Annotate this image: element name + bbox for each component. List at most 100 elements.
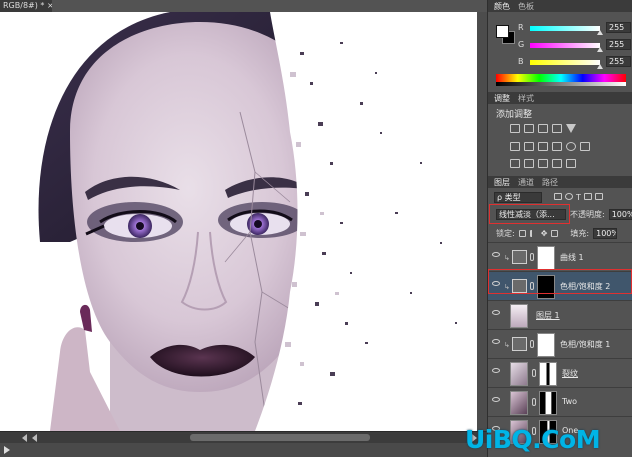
layer-name[interactable]: 色相/饱和度 1: [560, 339, 610, 350]
foreground-color-swatch[interactable]: [496, 25, 509, 38]
hue-saturation-icon[interactable]: [510, 142, 520, 151]
right-panel-dock: 颜色 色板 R 255 G 255 B 255 调整 样式 添加调整 图层 通道…: [487, 0, 632, 457]
layer-row[interactable]: Two: [488, 387, 632, 417]
red-value-field[interactable]: 255: [606, 22, 631, 33]
filter-adjustment-icon[interactable]: [565, 193, 573, 200]
adjustment-icons-row-1: [510, 124, 576, 133]
blend-mode-select[interactable]: 线性减淡（添...: [496, 209, 566, 220]
layer-row[interactable]: ↳ 曲线 1: [488, 242, 632, 272]
layer-mask-thumbnail[interactable]: [537, 333, 555, 357]
layer-row-selected[interactable]: ↳ 色相/饱和度 2: [488, 271, 632, 301]
curves-icon[interactable]: [538, 124, 548, 133]
lock-transparency-icon[interactable]: [518, 230, 526, 237]
lock-pixels-icon[interactable]: [529, 230, 537, 237]
mask-link-icon[interactable]: [532, 398, 536, 406]
layer-mask-thumbnail[interactable]: [539, 391, 557, 415]
lock-all-icon[interactable]: [551, 230, 559, 237]
add-adjustment-title: 添加调整: [496, 110, 533, 120]
visibility-eye-icon[interactable]: [492, 281, 500, 286]
layer-filter-row: ρ 类型 T: [488, 190, 632, 205]
green-label: G: [518, 40, 525, 49]
filter-icons: T: [554, 193, 603, 202]
blue-label: B: [518, 57, 524, 66]
vertical-scrollbar[interactable]: [477, 12, 487, 431]
red-slider-knob[interactable]: [597, 30, 603, 35]
layer-mask-thumbnail[interactable]: [539, 362, 557, 386]
filter-pixel-icon[interactable]: [554, 193, 562, 200]
vibrance-icon[interactable]: [566, 124, 576, 133]
mask-link-icon[interactable]: [532, 369, 536, 377]
tab-layers[interactable]: 图层: [494, 177, 510, 188]
red-gradient-bar[interactable]: [530, 26, 600, 31]
visibility-eye-icon[interactable]: [492, 252, 500, 257]
green-gradient-bar[interactable]: [530, 43, 600, 48]
lock-label: 锁定:: [496, 229, 515, 238]
visibility-eye-icon[interactable]: [492, 310, 500, 315]
levels-icon[interactable]: [524, 124, 534, 133]
blue-slider[interactable]: B 255: [518, 56, 632, 69]
tab-color[interactable]: 颜色: [494, 1, 510, 12]
curves-adjustment-thumbnail: [512, 250, 527, 264]
selective-color-icon[interactable]: [566, 159, 576, 168]
exposure-icon[interactable]: [552, 124, 562, 133]
filter-type-icon[interactable]: T: [576, 193, 581, 202]
fill-input[interactable]: 100%: [593, 228, 618, 239]
blue-value-field[interactable]: 255: [606, 56, 631, 67]
blue-slider-knob[interactable]: [597, 64, 603, 69]
blue-gradient-bar[interactable]: [530, 60, 600, 65]
layer-name[interactable]: Two: [562, 397, 577, 406]
tab-styles[interactable]: 样式: [518, 93, 534, 104]
color-lookup-icon[interactable]: [580, 142, 590, 151]
filter-shape-icon[interactable]: [583, 193, 592, 200]
visibility-eye-icon[interactable]: [492, 397, 500, 402]
visibility-eye-icon[interactable]: [492, 339, 500, 344]
tab-channels[interactable]: 通道: [518, 177, 534, 188]
layer-name[interactable]: 曲线 1: [560, 252, 584, 263]
adjustment-icons-row-3: [510, 159, 576, 168]
opacity-input[interactable]: 100%: [608, 209, 632, 220]
green-slider-knob[interactable]: [597, 47, 603, 52]
green-value-field[interactable]: 255: [606, 39, 631, 50]
layer-row[interactable]: 裂纹: [488, 358, 632, 388]
visibility-eye-icon[interactable]: [492, 368, 500, 373]
color-balance-icon[interactable]: [524, 142, 534, 151]
layer-image-thumbnail: [510, 391, 528, 415]
threshold-icon[interactable]: [538, 159, 548, 168]
layer-name[interactable]: 裂纹: [562, 368, 578, 379]
scroll-left-icon[interactable]: [22, 434, 27, 442]
invert-icon[interactable]: [510, 159, 520, 168]
play-icon[interactable]: [4, 446, 10, 454]
posterize-icon[interactable]: [524, 159, 534, 168]
layer-filter-select[interactable]: ρ 类型: [494, 192, 542, 203]
brightness-contrast-icon[interactable]: [510, 124, 520, 133]
layer-name[interactable]: 色相/饱和度 2: [560, 281, 610, 292]
layer-mask-thumbnail[interactable]: [537, 275, 555, 299]
channel-mixer-icon[interactable]: [566, 142, 576, 151]
filter-smart-object-icon[interactable]: [594, 193, 603, 200]
mask-link-icon[interactable]: [530, 253, 534, 261]
layer-row[interactable]: ↳ 色相/饱和度 1: [488, 329, 632, 359]
layer-mask-thumbnail[interactable]: [537, 246, 555, 270]
green-slider[interactable]: G 255: [518, 39, 632, 52]
mask-link-icon[interactable]: [530, 340, 534, 348]
color-spectrum-bar[interactable]: [496, 74, 626, 86]
layer-name[interactable]: 图层 1: [536, 310, 560, 321]
lock-position-icon[interactable]: ✥: [541, 229, 548, 238]
portrait-artwork: [0, 12, 487, 431]
tab-swatches[interactable]: 色板: [518, 1, 534, 12]
layer-row[interactable]: 图层 1: [488, 300, 632, 330]
photo-filter-icon[interactable]: [552, 142, 562, 151]
gradient-map-icon[interactable]: [552, 159, 562, 168]
clip-arrow-icon: ↳: [504, 341, 510, 349]
status-bar: [0, 443, 487, 457]
black-white-icon[interactable]: [538, 142, 548, 151]
mask-link-icon[interactable]: [530, 282, 534, 290]
document-tab[interactable]: RGB/8#) * ×: [0, 0, 52, 12]
scroll-left-step-icon[interactable]: [32, 434, 37, 442]
red-slider[interactable]: R 255: [518, 22, 632, 35]
scroll-thumb[interactable]: [190, 434, 370, 441]
tab-paths[interactable]: 路径: [542, 177, 558, 188]
image-canvas[interactable]: [0, 12, 487, 431]
horizontal-scrollbar[interactable]: [0, 431, 487, 443]
tab-adjustments[interactable]: 调整: [494, 93, 510, 104]
